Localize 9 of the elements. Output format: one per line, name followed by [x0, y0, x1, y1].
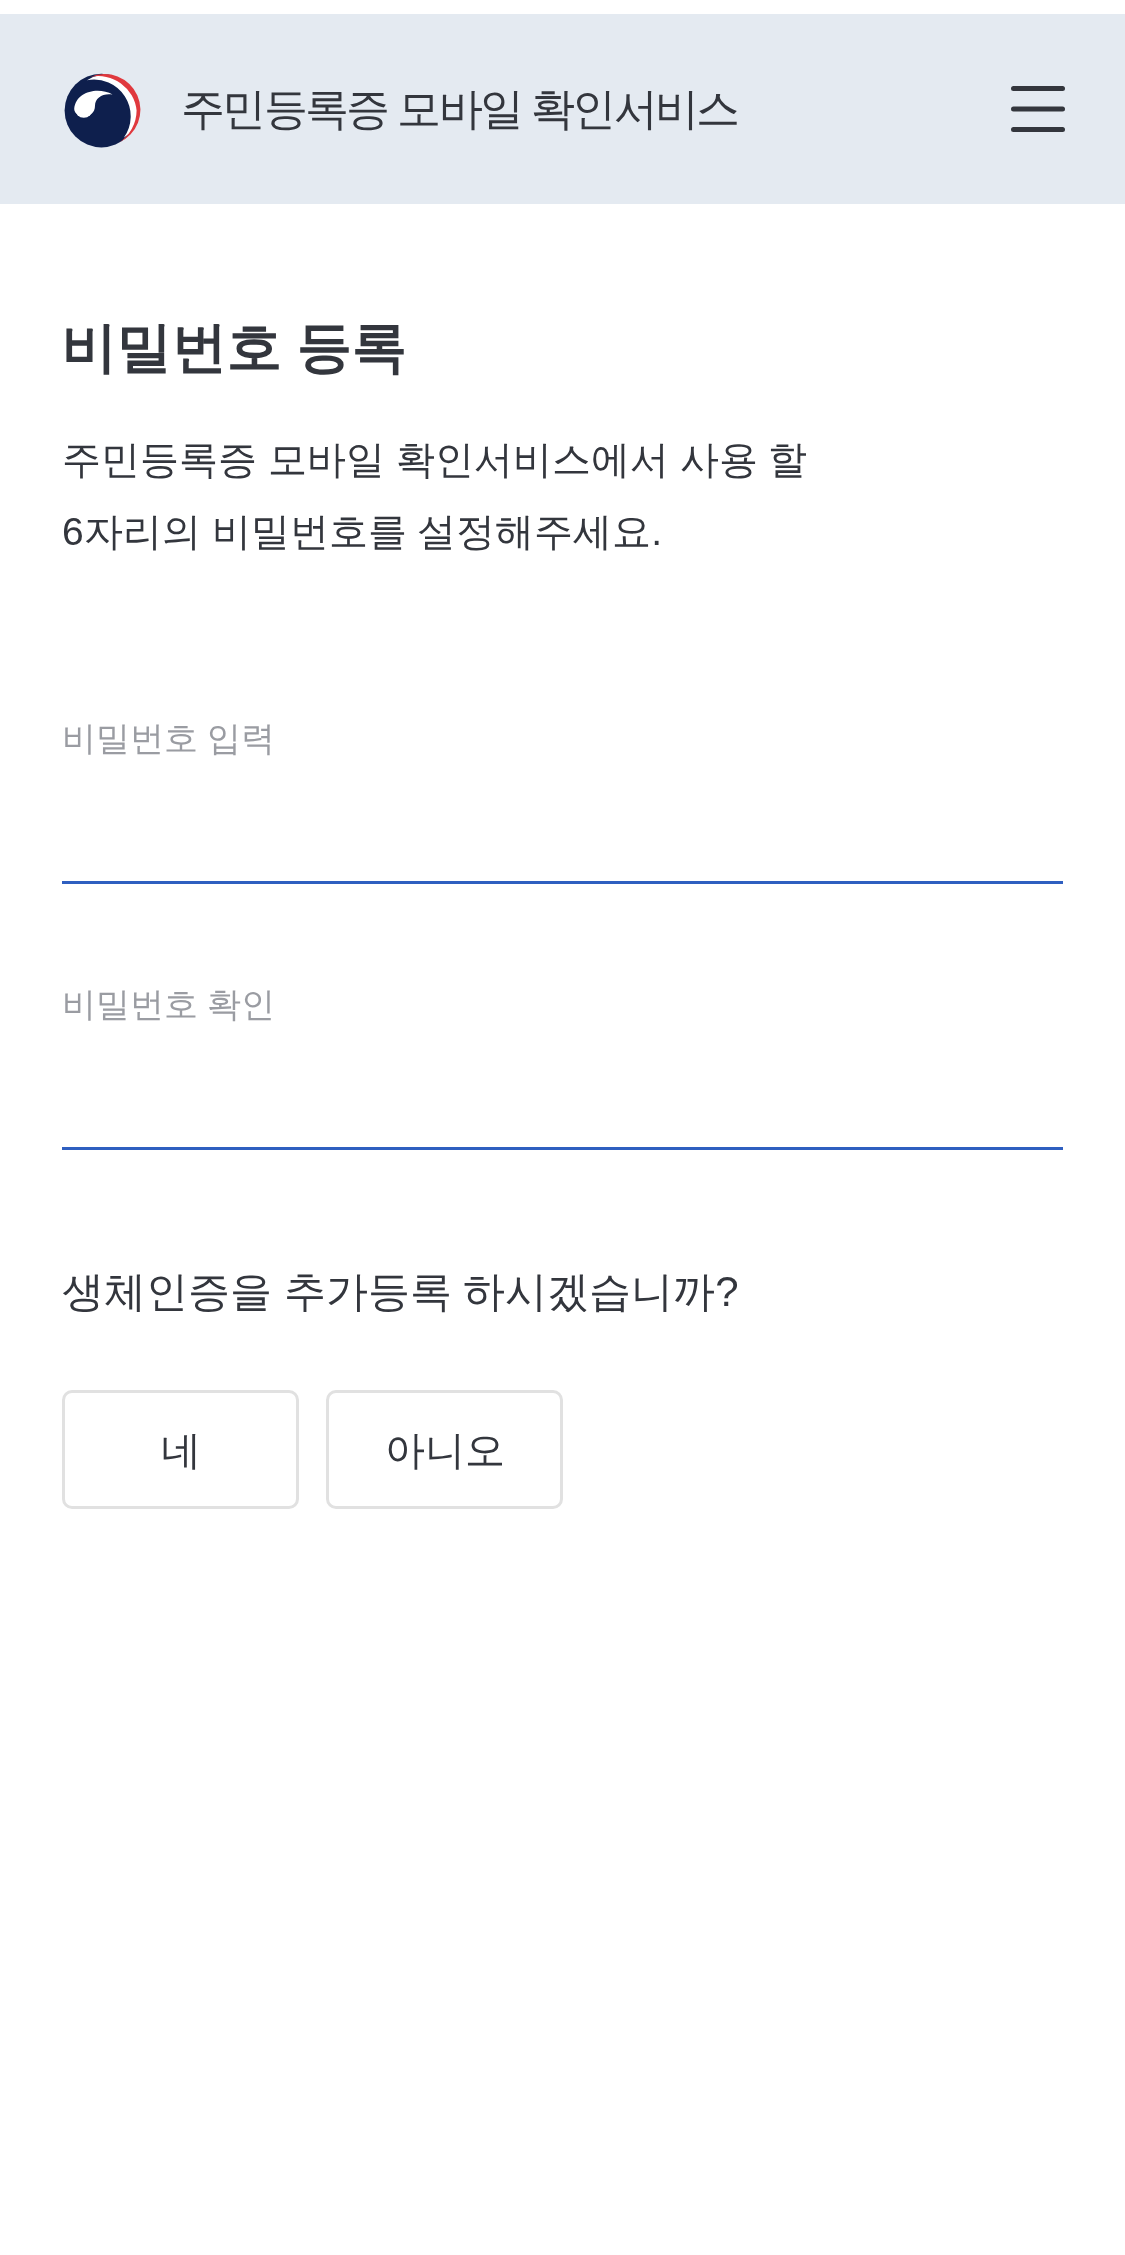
page-heading: 비밀번호 등록	[62, 315, 409, 379]
biometric-question: 생체인증을 추가등록 하시겠습니까?	[62, 1267, 740, 1317]
description-text: 주민등록증 모바일 확인서비스에서 사용 할 6자리의 비밀번호를 설정해주세요.	[62, 437, 809, 555]
choice-button[interactable]: 네	[62, 1390, 299, 1509]
choice-button[interactable]: 아니오	[326, 1390, 563, 1509]
field-label: 비밀번호 확인	[62, 984, 277, 1024]
menu-icon[interactable]	[1011, 86, 1065, 132]
field-label: 비밀번호 입력	[62, 718, 277, 758]
app-title: 주민등록증 모바일 확인서비스	[181, 83, 738, 135]
